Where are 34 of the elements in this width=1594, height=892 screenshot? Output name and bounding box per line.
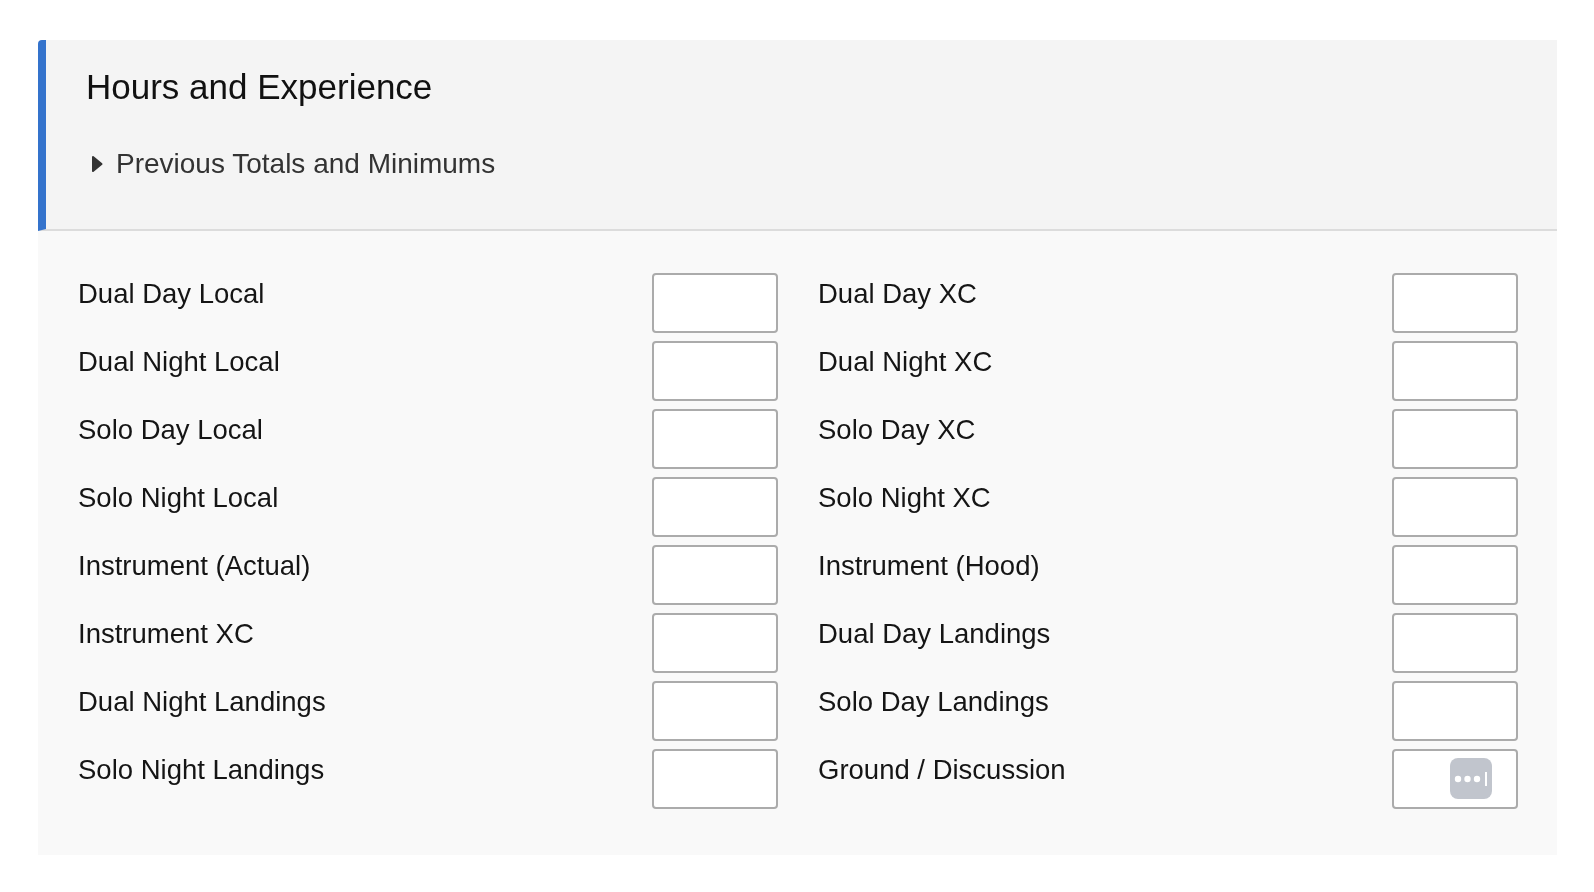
field-label: Instrument XC <box>78 617 254 650</box>
input-field[interactable] <box>652 341 778 401</box>
input-field[interactable] <box>1392 545 1518 605</box>
input-field[interactable] <box>1392 477 1518 537</box>
field-label: Dual Day Local <box>78 277 265 310</box>
field-label: Instrument (Actual) <box>78 549 311 582</box>
input-field[interactable] <box>652 545 778 605</box>
input-field[interactable] <box>1392 681 1518 741</box>
field-label: Ground / Discussion <box>818 753 1066 786</box>
field-label: Dual Night Local <box>78 345 280 378</box>
input-field[interactable] <box>652 749 778 809</box>
input-field[interactable] <box>652 273 778 333</box>
input-field[interactable] <box>652 409 778 469</box>
ellipsis-cursor-icon[interactable] <box>1450 758 1492 799</box>
field-label: Solo Day Landings <box>818 685 1049 718</box>
disclosure-toggle[interactable]: Previous Totals and Minimums <box>91 147 496 181</box>
field-label: Instrument (Hood) <box>818 549 1040 582</box>
field-label: Solo Night Local <box>78 481 279 514</box>
field-label: Dual Night XC <box>818 345 993 378</box>
field-label: Solo Night Landings <box>78 753 325 786</box>
field-label: Dual Day XC <box>818 277 977 310</box>
input-field[interactable] <box>652 613 778 673</box>
input-field[interactable] <box>1392 409 1518 469</box>
field-label: Solo Night XC <box>818 481 991 514</box>
field-label: Dual Night Landings <box>78 685 326 718</box>
input-field[interactable] <box>652 681 778 741</box>
input-field[interactable] <box>1392 341 1518 401</box>
field-label: Solo Day Local <box>78 413 263 446</box>
input-field[interactable] <box>1392 273 1518 333</box>
field-label: Dual Day Landings <box>818 617 1051 650</box>
input-field[interactable] <box>1392 613 1518 673</box>
section-title: Hours and Experience <box>86 66 433 108</box>
field-label: Solo Day XC <box>818 413 976 446</box>
input-field[interactable] <box>652 477 778 537</box>
